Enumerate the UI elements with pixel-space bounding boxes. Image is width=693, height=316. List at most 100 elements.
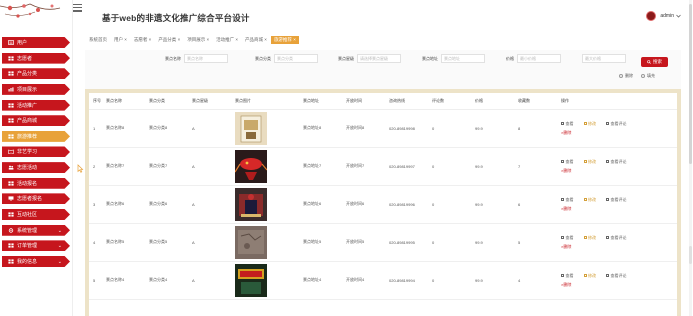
tab-3[interactable]: 产品分类 × xyxy=(155,36,183,44)
search-input-price-max[interactable]: 最大价格 xyxy=(582,54,626,63)
attraction-image[interactable] xyxy=(235,187,303,221)
sidebar-item-8[interactable]: 志愿活动 xyxy=(2,162,70,174)
comment-icon xyxy=(606,122,609,125)
cell-image xyxy=(235,147,303,186)
tab-1[interactable]: 用户 × xyxy=(111,36,130,44)
sidebar-item-2[interactable]: 产品分类 xyxy=(2,68,70,80)
search-select-star[interactable]: 请选择景点星级 xyxy=(357,54,401,63)
sidebar: 用户志愿者产品分类项目展示活动推广产品商城旅游推荐非艺学习志愿活动活动报名志愿者… xyxy=(0,0,73,316)
view-comments-button[interactable]: 查看评论 xyxy=(606,233,627,242)
edit-button[interactable]: 修改 xyxy=(583,271,596,280)
close-icon[interactable]: × xyxy=(264,37,267,42)
sidebar-item-4[interactable]: 活动推广 xyxy=(2,99,70,111)
sidebar-item-13[interactable]: 订单管理 ⌄ xyxy=(2,240,70,252)
edit-button[interactable]: 修改 xyxy=(583,233,596,242)
search-input-price-min[interactable]: 最小价格 xyxy=(517,54,561,63)
cell-address: 景点地址4 xyxy=(303,261,346,300)
edit-button[interactable]: 修改 xyxy=(583,119,596,128)
sidebar-item-9[interactable]: 活动报名 xyxy=(2,177,70,189)
delete-label: 删除 xyxy=(625,73,633,78)
delete-row-button[interactable]: × 删除 xyxy=(561,128,571,137)
edit-button[interactable]: 修改 xyxy=(583,157,596,166)
view-button[interactable]: 查看 xyxy=(561,195,574,204)
search-button[interactable]: 搜索 xyxy=(641,57,668,67)
tab-4[interactable]: 项目展示 × xyxy=(184,36,212,44)
add-button[interactable]: 填充 xyxy=(641,73,655,79)
cell-image xyxy=(235,261,303,300)
delete-row-button[interactable]: × 删除 xyxy=(561,204,571,213)
view-comments-button[interactable]: 查看评论 xyxy=(606,119,627,128)
attraction-image[interactable] xyxy=(235,225,303,259)
edit-button[interactable]: 修改 xyxy=(583,195,596,204)
tab-label: 产品分类 xyxy=(158,37,177,42)
user-menu[interactable]: admin xyxy=(646,11,681,21)
cell-favorites: 4 xyxy=(518,261,561,300)
tab-6[interactable]: 产品商城 × xyxy=(242,36,270,44)
sidebar-item-3[interactable]: 项目展示 xyxy=(2,83,70,95)
search-input-address[interactable]: 景点地址 xyxy=(441,54,485,63)
hamburger-menu-icon[interactable] xyxy=(73,4,82,12)
tab-0[interactable]: 系统首页 xyxy=(86,36,110,44)
book-icon xyxy=(8,149,14,155)
close-icon[interactable]: × xyxy=(178,37,181,42)
sidebar-item-10[interactable]: 志愿者报名 xyxy=(2,193,70,205)
chevron-down-icon: ⌄ xyxy=(57,243,62,250)
tab-5[interactable]: 活动推广 × xyxy=(213,36,241,44)
close-icon[interactable]: × xyxy=(149,37,152,42)
view-button[interactable]: 查看 xyxy=(561,233,574,242)
delete-row-label: 删除 xyxy=(563,244,572,249)
sidebar-item-1[interactable]: 志愿者 xyxy=(2,52,70,64)
column-header: 开放时间 xyxy=(346,93,389,110)
view-icon xyxy=(561,274,564,277)
sidebar-item-label: 用户 xyxy=(17,40,28,46)
search-input-category[interactable]: 景点分类 xyxy=(274,54,318,63)
monitor-icon xyxy=(8,196,14,202)
sidebar-item-12[interactable]: 系统管理 ⌄ xyxy=(2,224,70,236)
edit-icon xyxy=(583,160,587,163)
delete-row-button[interactable]: × 删除 xyxy=(561,242,571,251)
sidebar-item-0[interactable]: 用户 xyxy=(2,37,70,48)
sidebar-item-14[interactable]: 我的信息 ⌄ xyxy=(2,255,70,267)
sidebar-item-label: 产品商城 xyxy=(17,118,38,125)
edit-label: 修改 xyxy=(588,121,596,126)
search-field-category: 景点分类 景点分类 xyxy=(255,54,318,63)
tab-7[interactable]: 旅游推荐 × xyxy=(270,36,299,44)
view-label: 查看 xyxy=(565,159,574,164)
view-comments-button[interactable]: 查看评论 xyxy=(606,271,627,280)
tab-2[interactable]: 志愿者 × xyxy=(131,36,154,44)
view-button[interactable]: 查看 xyxy=(561,271,574,280)
delete-row-button[interactable]: × 删除 xyxy=(561,280,571,289)
table-row: 2 景点名称7 景点分类7 A 景点地址7 开放时间7 020-89819997 0 99.9 7… xyxy=(89,147,677,186)
sidebar-item-label: 志愿者 xyxy=(17,55,33,62)
delete-button[interactable]: 删除 xyxy=(619,73,633,79)
view-button[interactable]: 查看 xyxy=(561,157,574,166)
attraction-image[interactable] xyxy=(235,149,303,183)
cell-index: 3 xyxy=(89,185,106,224)
view-button[interactable]: 查看 xyxy=(561,119,574,128)
sidebar-item-7[interactable]: 非艺学习 xyxy=(2,146,70,158)
attraction-image[interactable] xyxy=(235,263,303,297)
close-icon[interactable]: × xyxy=(124,37,127,42)
sidebar-item-label: 活动推广 xyxy=(17,102,38,109)
cell-phone: 020-89819994 xyxy=(389,261,432,300)
sidebar-item-11[interactable]: 互动社区 xyxy=(2,209,70,221)
view-comments-button[interactable]: 查看评论 xyxy=(606,195,627,204)
sidebar-item-5[interactable]: 产品商城 xyxy=(2,115,70,127)
close-icon[interactable]: × xyxy=(235,37,238,42)
cell-time: 开放时间6 xyxy=(346,185,389,224)
sidebar-item-label: 活动报名 xyxy=(17,180,38,187)
search-input-name[interactable]: 景点名称 xyxy=(184,54,228,63)
scrollbar[interactable] xyxy=(689,0,692,316)
data-table: 序号 景点名称 景点分类 景点星级 景点图片 景点地址 开放时间 咨询热线 评论数 价格 收藏数 操作… xyxy=(89,93,677,300)
search-bar: 景点名称 景点名称 景点分类 景点分类 景点星级 请选择景点星级 景点地址 景点… xyxy=(85,54,681,67)
cell-favorites: 6 xyxy=(518,185,561,224)
sidebar-item-label: 志愿活动 xyxy=(17,165,38,172)
close-icon[interactable]: × xyxy=(206,37,209,42)
view-comments-button[interactable]: 查看评论 xyxy=(606,157,627,166)
delete-row-button[interactable]: × 删除 xyxy=(561,166,571,175)
sidebar-item-6[interactable]: 旅游推荐 xyxy=(2,130,70,142)
attraction-image[interactable] xyxy=(235,111,303,145)
close-icon[interactable]: × xyxy=(293,37,296,42)
cell-favorites: 8 xyxy=(518,109,561,148)
add-label: 填充 xyxy=(647,73,655,78)
